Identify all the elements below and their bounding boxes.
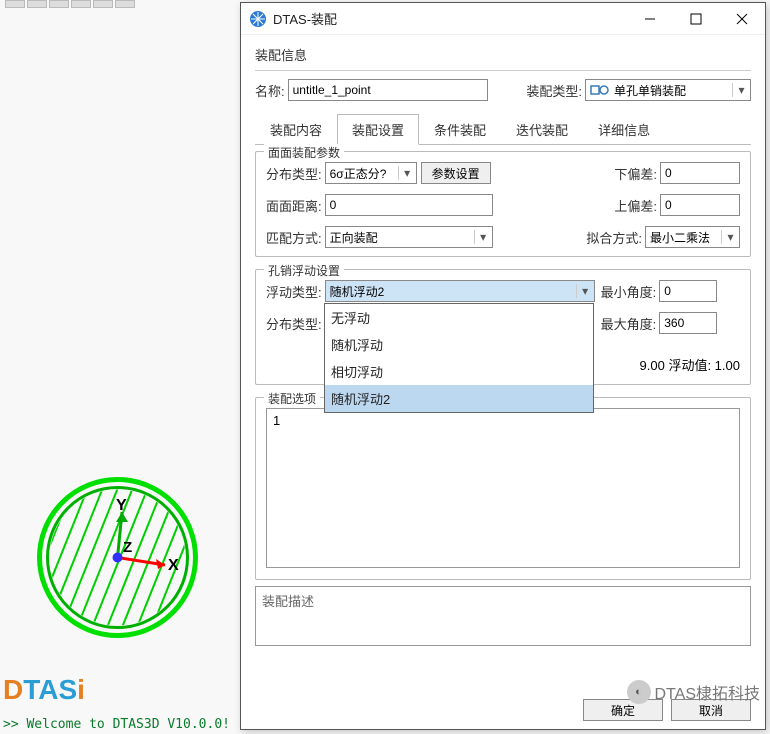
chevron-down-icon: ▾: [398, 166, 416, 180]
max-angle-label: 最大角度:: [601, 314, 657, 333]
description-label: 装配描述: [262, 594, 314, 609]
app-icon: [249, 10, 267, 28]
watermark: ◐ DTAS棣拓科技: [627, 680, 761, 704]
chevron-down-icon: ▾: [576, 284, 594, 298]
assembly-type-select[interactable]: 单孔单销装配 ▾: [585, 79, 751, 101]
assembly-type-label: 装配类型:: [526, 81, 582, 100]
upper-dev-label: 上偏差:: [614, 196, 657, 215]
chevron-down-icon: ▾: [721, 230, 739, 244]
face-dist-input[interactable]: [325, 194, 493, 216]
dist-type-select[interactable]: 6σ正态分? ▾: [325, 162, 417, 184]
tab-settings[interactable]: 装配设置: [337, 114, 419, 145]
float-option-tangent[interactable]: 相切浮动: [325, 358, 593, 385]
match-label: 匹配方式:: [266, 228, 322, 247]
minimize-button[interactable]: [627, 4, 673, 34]
lower-dev-input[interactable]: [660, 162, 740, 184]
assembly-options-textarea[interactable]: 1: [266, 408, 740, 568]
float-type-dropdown[interactable]: 无浮动 随机浮动 相切浮动 随机浮动2: [324, 303, 594, 413]
svg-text:Z: Z: [123, 539, 132, 556]
window-title: DTAS-装配: [273, 9, 627, 28]
titlebar: DTAS-装配: [241, 3, 765, 35]
hole-pin-group: 孔销浮动设置 浮动类型: 随机浮动2 ▾ 最小角度: 无浮动 随机浮动 相切浮动…: [255, 269, 751, 385]
name-label: 名称:: [255, 81, 285, 100]
svg-text:X: X: [168, 557, 179, 574]
info-section-label: 装配信息: [255, 45, 748, 64]
face-params-title: 面面装配参数: [264, 144, 344, 161]
tab-details[interactable]: 详细信息: [583, 114, 665, 145]
maximize-button[interactable]: [673, 4, 719, 34]
param-settings-button[interactable]: 参数设置: [421, 162, 491, 184]
chevron-down-icon: ▾: [732, 83, 750, 97]
float-type-select[interactable]: 随机浮动2 ▾: [325, 280, 595, 302]
description-box[interactable]: 装配描述: [255, 586, 751, 646]
match-select[interactable]: 正向装配 ▾: [325, 226, 493, 248]
tab-conditional[interactable]: 条件装配: [419, 114, 501, 145]
float-option-random2[interactable]: 随机浮动2: [325, 385, 593, 412]
fit-select[interactable]: 最小二乘法 ▾: [645, 226, 740, 248]
hp-dist-type-label: 分布类型:: [266, 314, 322, 333]
assembly-dialog: DTAS-装配 装配信息 名称: 装配类型: 单孔单销装配 ▾: [240, 2, 766, 730]
float-type-label: 浮动类型:: [266, 282, 322, 301]
min-angle-input[interactable]: [659, 280, 717, 302]
upper-dev-input[interactable]: [660, 194, 740, 216]
tab-bar: 装配内容 装配设置 条件装配 迭代装配 详细信息: [255, 113, 751, 144]
tab-iterative[interactable]: 迭代装配: [501, 114, 583, 145]
tab-content[interactable]: 装配内容: [255, 114, 337, 145]
assembly-options-group: 装配选项 1: [255, 397, 751, 580]
viewport-figure: X Y Z: [30, 470, 205, 645]
wechat-icon: ◐: [627, 680, 651, 704]
float-option-none[interactable]: 无浮动: [325, 304, 593, 331]
assembly-type-icon: [589, 81, 611, 99]
svg-text:Y: Y: [116, 497, 127, 514]
chevron-down-icon: ▾: [474, 230, 492, 244]
float-option-random[interactable]: 随机浮动: [325, 331, 593, 358]
name-input[interactable]: [288, 79, 488, 101]
console-output: >> Welcome to DTAS3D V10.0.0!: [3, 717, 230, 732]
logo: D TAS i: [3, 674, 85, 706]
float-info-text: 9.00 浮动值: 1.00: [640, 355, 740, 374]
hole-pin-title: 孔销浮动设置: [264, 262, 344, 279]
min-angle-label: 最小角度:: [601, 282, 657, 301]
max-angle-input[interactable]: [659, 312, 717, 334]
fit-label: 拟合方式:: [586, 228, 642, 247]
face-dist-label: 面面距离:: [266, 196, 322, 215]
lower-dev-label: 下偏差:: [614, 164, 657, 183]
face-params-group: 面面装配参数 分布类型: 6σ正态分? ▾ 参数设置 下偏差: 面面距离: 上偏…: [255, 151, 751, 257]
assembly-options-title: 装配选项: [264, 390, 320, 407]
dist-type-label: 分布类型:: [266, 164, 322, 183]
close-button[interactable]: [719, 4, 765, 34]
